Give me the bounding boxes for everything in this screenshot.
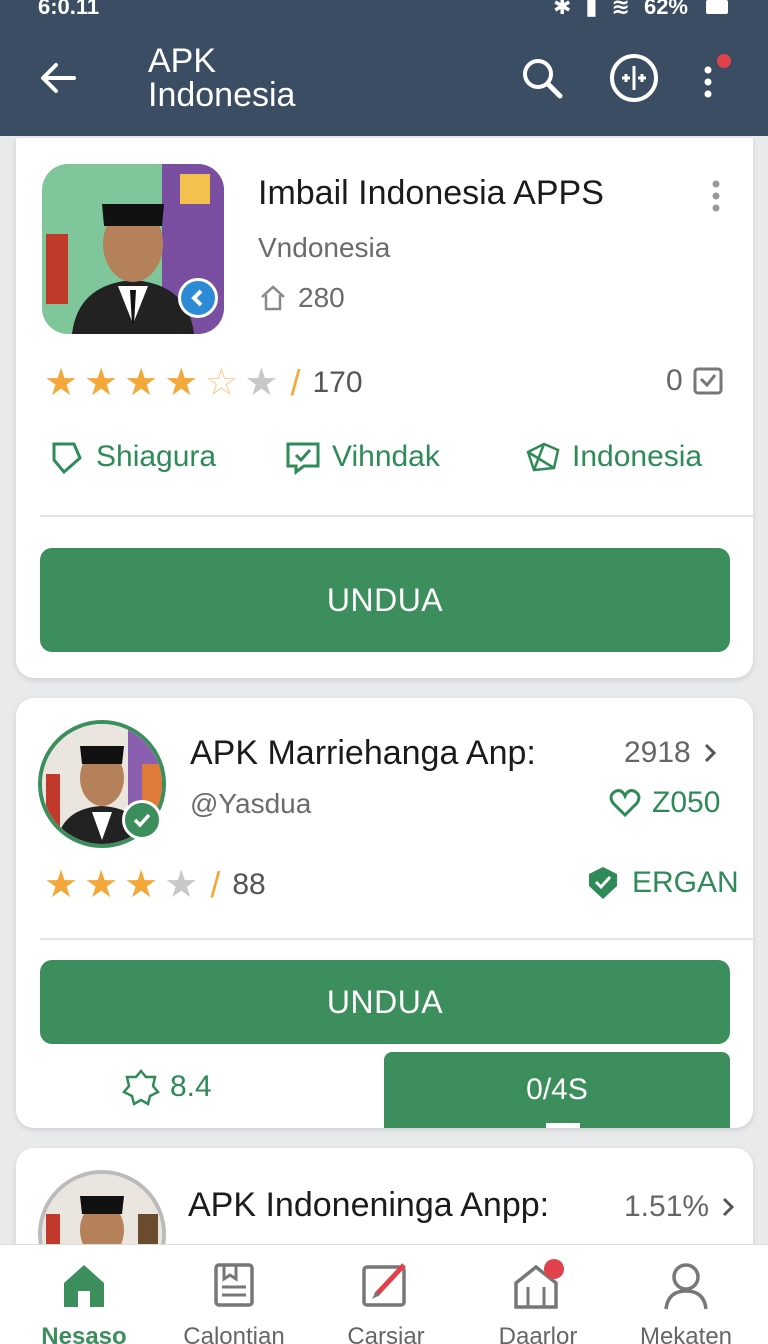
checkbox-count[interactable]: 0 <box>666 364 723 398</box>
nav-label: Carsiar <box>347 1323 425 1344</box>
version-value: 1.51% <box>624 1190 710 1223</box>
divider <box>40 938 753 940</box>
tag-shiagura[interactable]: Shiagura <box>48 438 216 476</box>
download-button[interactable]: UNDUA <box>40 548 730 652</box>
star-empty-icon: ★ <box>164 864 199 906</box>
app-card[interactable]: Imbail Indonesia APPS Vndonesia 280 ★ ★ … <box>16 138 753 678</box>
chevron-right-icon <box>704 743 716 763</box>
app-developer: @Yasdua <box>190 788 312 819</box>
rating-separator: / <box>290 362 301 403</box>
house-icon <box>261 285 285 311</box>
tag-icon <box>52 442 82 475</box>
star-icon: ★ <box>84 864 119 906</box>
star-icon: ★ <box>124 362 159 404</box>
more-options-icon[interactable] <box>694 52 734 104</box>
nav-item-store[interactable]: Daarlor <box>468 1257 608 1344</box>
app-title: APK Indonesia <box>148 42 296 114</box>
status-indicators: ✱ ▮ ≋ 62% <box>553 0 728 20</box>
star-half-icon: ☆ <box>204 362 239 404</box>
store-icon <box>514 1259 564 1309</box>
category-label: ERGAN <box>632 866 739 899</box>
install-count: 280 <box>258 282 345 314</box>
tag-label: Indonesia <box>572 440 703 473</box>
score-badge[interactable]: 8.4 <box>122 1068 212 1106</box>
nav-label: Calontian <box>183 1323 285 1344</box>
rating-stars: ★ ★ ★ ★ ☆ ★ / 170 <box>44 364 363 402</box>
back-arrow-icon[interactable] <box>34 54 82 102</box>
install-count-value: 280 <box>298 282 345 313</box>
star-icon: ★ <box>124 864 159 906</box>
app-title[interactable]: APK Indoneninga Anpp: <box>188 1186 549 1225</box>
catalog-icon <box>214 1263 254 1307</box>
bluetooth-icon: ✱ <box>552 0 572 19</box>
tag-indonesia[interactable]: Indonesia <box>524 438 702 476</box>
star-icon: ★ <box>84 362 119 404</box>
status-time: 6:0.11 <box>38 0 100 19</box>
nav-item-home[interactable]: Nesaso <box>14 1257 154 1344</box>
verified-badge-icon <box>178 278 218 318</box>
nav-label: Nesaso <box>41 1323 127 1344</box>
nav-item-edit[interactable]: Carsiar <box>316 1257 456 1344</box>
wifi-icon: ≋ <box>611 0 630 19</box>
verified-badge-icon <box>122 800 162 840</box>
rating-separator: / <box>210 864 221 905</box>
score-value: 8.4 <box>170 1070 212 1103</box>
category-badge[interactable]: ERGAN <box>584 864 739 902</box>
shield-check-icon <box>589 867 617 899</box>
badge-icon <box>122 1069 160 1106</box>
bottom-navigation: Nesaso Calontian Carsiar Daarlor Mekaten <box>0 1244 768 1344</box>
signal-icon: ▮ <box>585 0 598 19</box>
rating-stars: ★ ★ ★ ★ / 88 <box>44 866 266 904</box>
rating-count: 170 <box>312 366 363 399</box>
app-card[interactable]: APK Marriehanga Anp: 2918 @Yasdua Z050 ★… <box>16 698 753 1128</box>
card-menu-icon[interactable] <box>706 178 726 218</box>
heart-icon <box>609 789 641 818</box>
likes[interactable]: Z050 <box>608 786 720 820</box>
checkbox-count-value: 0 <box>666 364 683 397</box>
tag-label: Shiagura <box>96 440 217 473</box>
profile-icon <box>664 1263 708 1310</box>
app-developer: Vndonesia <box>258 232 391 263</box>
status-bar: 6:0.11 ✱ ▮ ≋ 62% <box>0 0 768 22</box>
box-icon <box>526 442 560 472</box>
chevron-right-icon <box>723 1197 735 1217</box>
scan-icon[interactable] <box>608 52 660 104</box>
version-info[interactable]: 1.51% <box>624 1190 737 1224</box>
nav-item-catalog[interactable]: Calontian <box>164 1257 304 1344</box>
battery-icon <box>706 0 728 14</box>
nav-label: Mekaten <box>639 1323 733 1344</box>
size-panel[interactable]: 0/4S <box>384 1052 730 1128</box>
version-info[interactable]: 2918 <box>624 736 719 770</box>
star-icon: ★ <box>44 864 79 906</box>
app-title[interactable]: Imbail Indonesia APPS <box>258 174 604 213</box>
rating-count: 88 <box>232 868 266 901</box>
tag-label: Vihndak <box>332 440 440 473</box>
download-button[interactable]: UNDUA <box>40 960 730 1044</box>
edit-icon <box>362 1263 406 1307</box>
tag-vihndak[interactable]: Vihndak <box>284 438 440 476</box>
battery-percent: 62% <box>643 0 688 19</box>
home-icon <box>64 1265 104 1307</box>
star-empty-icon: ★ <box>244 362 279 404</box>
divider <box>40 515 753 517</box>
star-icon: ★ <box>44 362 79 404</box>
size-value: 0/4S <box>526 1073 588 1106</box>
app-title[interactable]: APK Marriehanga Anp: <box>190 734 536 773</box>
likes-value: Z050 <box>652 786 721 819</box>
chat-check-icon <box>286 442 320 475</box>
size-panel-indicator <box>546 1123 580 1128</box>
nav-item-profile[interactable]: Mekaten <box>616 1257 756 1344</box>
checkbox-icon <box>693 367 723 395</box>
version-value: 2918 <box>624 736 691 769</box>
search-icon[interactable] <box>516 52 568 104</box>
app-bar: APK Indonesia <box>0 22 768 136</box>
star-icon: ★ <box>164 362 199 404</box>
nav-label: Daarlor <box>498 1323 578 1344</box>
